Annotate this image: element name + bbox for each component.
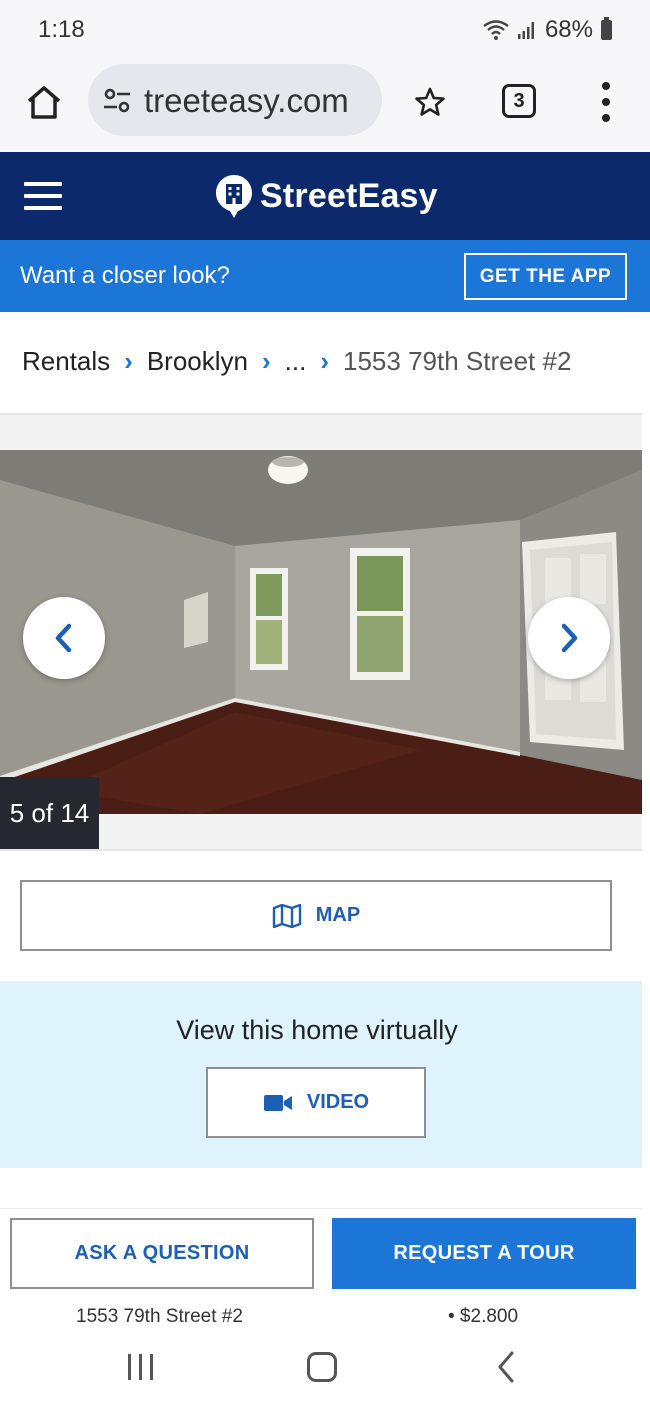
bookmark-button[interactable] [408, 80, 452, 124]
listing-address: 1553 79th Street #2 [76, 1306, 243, 1322]
url-text[interactable]: treeteasy.com [144, 82, 349, 120]
map-label: MAP [315, 904, 361, 926]
back-icon[interactable] [494, 1350, 518, 1384]
address-bar[interactable]: treeteasy.com [88, 64, 382, 136]
browser-toolbar: treeteasy.com 3 [0, 60, 650, 150]
chevron-left-icon [55, 623, 72, 653]
breadcrumb-brooklyn[interactable]: Brooklyn [147, 346, 248, 377]
get-the-app-button[interactable]: GET THE APP [464, 253, 627, 300]
status-indicators: 68% [483, 16, 612, 44]
home-button[interactable] [22, 80, 66, 124]
virtual-tour-title: View this home virtually [176, 1015, 458, 1045]
hamburger-menu-icon[interactable] [24, 182, 62, 210]
browser-menu-button[interactable] [590, 78, 622, 126]
tab-switcher-button[interactable]: 3 [502, 84, 536, 118]
breadcrumb-ellipsis[interactable]: ... [285, 346, 307, 377]
star-icon [415, 87, 445, 116]
divider [0, 849, 642, 851]
ask-a-question-button[interactable]: ASK A QUESTION [10, 1218, 314, 1289]
site-header: StreetEasy [0, 152, 650, 240]
video-button[interactable]: VIDEO [206, 1067, 426, 1138]
video-camera-icon [263, 1094, 292, 1111]
map-button[interactable]: MAP [20, 880, 612, 951]
virtual-tour-section: View this home virtually VIDEO [0, 981, 642, 1168]
page: 1:18 68% treeteasy.com 3 StreetEasy Want… [0, 0, 650, 1408]
home-nav-icon[interactable] [307, 1352, 337, 1382]
divider [0, 1208, 642, 1209]
next-photo-button[interactable] [528, 597, 610, 679]
chevron-right-icon [561, 623, 578, 653]
logo-text: StreetEasy [260, 176, 438, 215]
system-navigation-bar [0, 1322, 650, 1408]
map-icon [272, 903, 301, 928]
listing-price: • $2,800 [448, 1306, 519, 1322]
breadcrumb: Rentals › Brooklyn › ... › 1553 79th Str… [22, 346, 571, 377]
signal-icon [517, 22, 534, 39]
status-time: 1:18 [38, 16, 85, 43]
battery-percent: 68% [544, 16, 593, 43]
chevron-right-icon: › [124, 346, 133, 376]
home-icon [27, 86, 61, 119]
previous-photo-button[interactable] [23, 597, 105, 679]
video-label: VIDEO [306, 1091, 370, 1113]
site-settings-icon[interactable] [102, 86, 132, 116]
request-a-tour-button[interactable]: REQUEST A TOUR [332, 1218, 636, 1289]
chevron-right-icon: › [320, 346, 329, 376]
battery-icon [601, 17, 612, 40]
status-bar: 1:18 68% [0, 0, 650, 60]
banner-text: Want a closer look? [20, 262, 230, 289]
wifi-icon [483, 20, 509, 40]
recent-apps-icon[interactable] [126, 1354, 156, 1380]
listing-summary-peek: 1553 79th Street #2 • $2,800 [0, 1306, 642, 1322]
breadcrumb-current: 1553 79th Street #2 [343, 346, 572, 376]
breadcrumb-rentals[interactable]: Rentals [22, 346, 110, 377]
photo-counter: 5 of 14 [0, 777, 99, 849]
chevron-right-icon: › [261, 346, 271, 376]
logo-building-icon [216, 175, 252, 218]
streeteasy-logo[interactable]: StreetEasy [214, 173, 438, 219]
app-promo-banner: Want a closer look? GET THE APP [0, 240, 650, 312]
